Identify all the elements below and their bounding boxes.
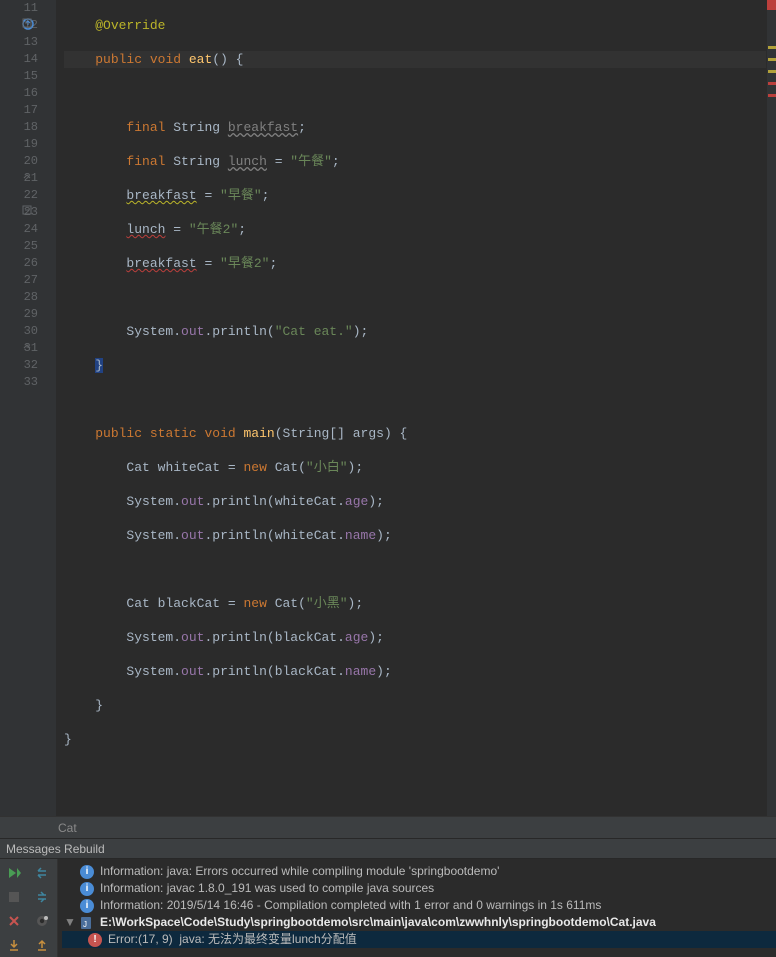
line-number: 11 xyxy=(0,0,38,17)
info-icon: i xyxy=(80,882,94,896)
messages-panel: i Information: java: Errors occurred whi… xyxy=(0,859,776,957)
expand-all-button[interactable] xyxy=(30,862,54,884)
error-stripe-summary-icon[interactable] xyxy=(767,0,776,10)
message-info-row[interactable]: i Information: javac 1.8.0_191 was used … xyxy=(62,880,776,897)
filter-button[interactable] xyxy=(30,910,54,932)
code-content[interactable]: @Override public void eat() { final Stri… xyxy=(56,0,766,816)
rerun-button[interactable] xyxy=(2,862,26,884)
messages-toolbar xyxy=(0,859,58,957)
error-stripe-mark[interactable] xyxy=(768,58,776,61)
error-icon: ! xyxy=(88,933,102,947)
breadcrumb-item[interactable]: Cat xyxy=(58,821,77,835)
fold-up-icon[interactable] xyxy=(22,341,36,355)
gutter: 11 12 13 14 15 16 17 18 19 20 21 22 23 2… xyxy=(0,0,56,816)
java-file-icon: J xyxy=(80,916,94,930)
fold-minus-icon[interactable] xyxy=(22,18,36,32)
error-stripe-mark[interactable] xyxy=(768,82,776,85)
info-icon: i xyxy=(80,899,94,913)
fold-up-icon[interactable] xyxy=(22,171,36,185)
info-icon: i xyxy=(80,865,94,879)
stop-button[interactable] xyxy=(2,886,26,908)
fold-minus-icon[interactable] xyxy=(22,205,36,219)
collapse-all-button[interactable] xyxy=(30,886,54,908)
error-stripe-mark[interactable] xyxy=(768,94,776,97)
error-stripe[interactable] xyxy=(766,0,776,816)
message-file-row[interactable]: ▼ J E:\WorkSpace\Code\Study\springbootde… xyxy=(62,914,776,931)
tree-expand-icon[interactable]: ▼ xyxy=(64,914,74,931)
error-stripe-mark[interactable] xyxy=(768,70,776,73)
message-info-row[interactable]: i Information: 2019/5/14 16:46 - Compila… xyxy=(62,897,776,914)
error-stripe-mark[interactable] xyxy=(768,46,776,49)
svg-text:J: J xyxy=(83,920,87,929)
line-number: 12 xyxy=(0,17,38,34)
message-info-row[interactable]: i Information: java: Errors occurred whi… xyxy=(62,863,776,880)
messages-tab-header[interactable]: Messages Rebuild xyxy=(0,838,776,859)
messages-tree[interactable]: i Information: java: Errors occurred whi… xyxy=(58,859,776,957)
code-editor[interactable]: 11 12 13 14 15 16 17 18 19 20 21 22 23 2… xyxy=(0,0,776,816)
import-button[interactable] xyxy=(30,934,54,956)
close-button[interactable] xyxy=(2,910,26,932)
message-error-row[interactable]: ! Error:(17, 9) java: 无法为最终变量lunch分配值 xyxy=(62,931,776,948)
breadcrumb[interactable]: Cat xyxy=(0,816,776,838)
export-button[interactable] xyxy=(2,934,26,956)
